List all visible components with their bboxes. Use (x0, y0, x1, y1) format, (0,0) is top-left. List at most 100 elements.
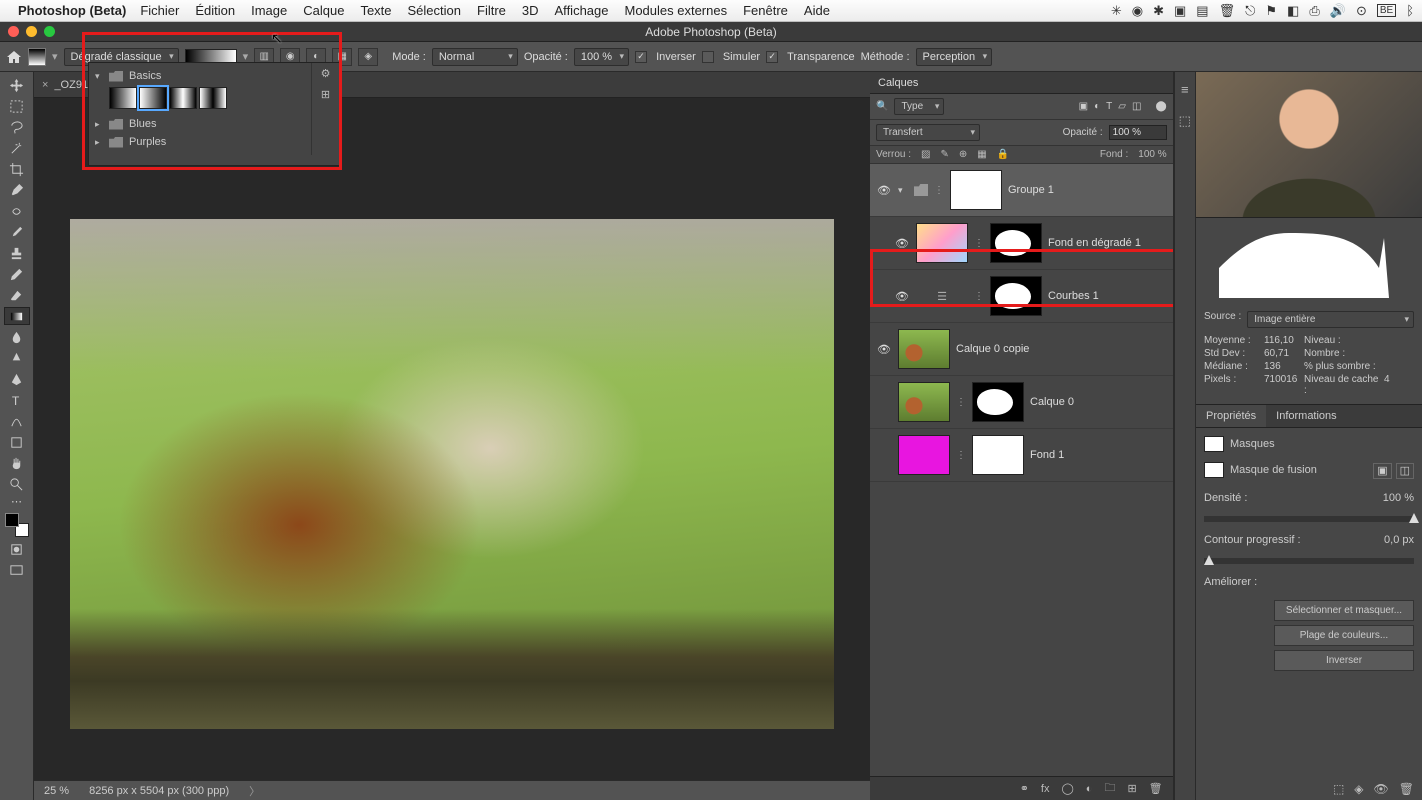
doc-dimensions[interactable]: 8256 px x 5504 px (300 ppp) (89, 785, 229, 797)
healing-tool[interactable] (4, 202, 30, 220)
visibility-icon[interactable]: 👁 (894, 290, 910, 303)
fx-icon[interactable]: fx (1041, 783, 1050, 795)
delete-icon[interactable]: 🗑 (1149, 782, 1163, 795)
crop-tool[interactable] (4, 160, 30, 178)
quickmask-icon[interactable] (4, 540, 30, 558)
color-range-button[interactable]: Plage de couleurs... (1274, 625, 1414, 646)
color-swatches[interactable] (5, 513, 29, 537)
gradient-diamond-icon[interactable]: ◈ (358, 48, 378, 66)
layer-list[interactable]: 👁 ▾ ⋮ Groupe 1 👁 ⋮ Fond en dégradé 1 👁 (870, 164, 1173, 776)
mask-thumbnail[interactable] (990, 223, 1042, 263)
mask-thumbnail[interactable] (972, 382, 1024, 422)
tab-properties[interactable]: Propriétés (1196, 405, 1266, 427)
layer-thumbnail[interactable] (898, 382, 950, 422)
tray-icon[interactable]: ▤ (1196, 3, 1208, 19)
type-tool[interactable]: T (4, 391, 30, 409)
tray-icon[interactable]: ⎋ (1245, 3, 1255, 19)
menu-selection[interactable]: Sélection (408, 3, 461, 18)
preset-swatch[interactable] (199, 87, 227, 109)
preset-group-purples[interactable]: ▸Purples (95, 133, 305, 151)
zoom-level[interactable]: 25 % (44, 785, 69, 797)
invert-button[interactable]: Inverser (1274, 650, 1414, 671)
preset-swatch-selected[interactable] (139, 87, 167, 109)
layer-name[interactable]: Fond 1 (1030, 449, 1064, 461)
density-value[interactable]: 100 % (1383, 492, 1414, 504)
hand-tool[interactable] (4, 454, 30, 472)
tray-icon[interactable]: ✳ (1111, 3, 1122, 19)
new-preset-icon[interactable]: ⊞ (321, 88, 330, 101)
opacity-value[interactable]: 100 % (574, 48, 629, 66)
visibility-icon[interactable]: 👁 (876, 184, 892, 197)
menu-file[interactable]: Fichier (140, 3, 179, 18)
edit-toolbar[interactable]: ⋯ (4, 496, 30, 506)
histogram-source-dropdown[interactable]: Image entière (1247, 311, 1414, 328)
preset-swatch[interactable] (109, 87, 137, 109)
tray-icon[interactable]: ◉ (1132, 3, 1143, 19)
menu-image[interactable]: Image (251, 3, 287, 18)
mask-thumbnail[interactable] (950, 170, 1002, 210)
lasso-tool[interactable] (4, 118, 30, 136)
eraser-tool[interactable] (4, 286, 30, 304)
path-tool[interactable] (4, 412, 30, 430)
layer-curves[interactable]: 👁 ☰ ⋮ Courbes 1 (870, 270, 1173, 323)
feather-slider[interactable] (1204, 558, 1414, 564)
layer-name[interactable]: Groupe 1 (1008, 184, 1054, 196)
visibility-icon[interactable]: 👁 (894, 237, 910, 250)
filter-adjust-icon[interactable]: ◐ (1094, 101, 1100, 112)
preset-group-blues[interactable]: ▸Blues (95, 115, 305, 133)
marquee-tool[interactable] (4, 97, 30, 115)
bluetooth-icon[interactable]: ᛒ (1406, 3, 1414, 18)
mask-thumbnail[interactable] (972, 435, 1024, 475)
mask-type-icon[interactable] (1204, 436, 1224, 452)
tray-icon[interactable]: ✱ (1153, 3, 1164, 19)
screenmode-icon[interactable] (4, 561, 30, 579)
link-icon[interactable]: ⋮ (956, 450, 966, 461)
vector-mask-icon[interactable]: ◫ (1396, 463, 1414, 479)
gear-icon[interactable]: ⚙ (321, 67, 331, 80)
link-layers-icon[interactable]: ⚭ (1020, 782, 1029, 795)
tray-icon[interactable]: ▣ (1174, 3, 1186, 19)
density-slider[interactable] (1204, 516, 1414, 522)
fill-value[interactable]: 100 % (1138, 149, 1166, 160)
gradient-presets-panel[interactable]: ▾Basics ▸Blues ▸Purples ⚙ ⊞ (88, 62, 340, 166)
simulate-checkbox[interactable] (702, 51, 714, 63)
lock-position-icon[interactable]: ⊕ (959, 149, 967, 160)
lock-transparency-icon[interactable]: ▨ (921, 149, 930, 160)
blend-mode-dropdown[interactable]: Transfert (876, 124, 980, 141)
layer-name[interactable]: Fond en dégradé 1 (1048, 237, 1141, 249)
delete-mask-icon[interactable]: 🗑 (1399, 782, 1414, 796)
layer-opacity-input[interactable] (1109, 125, 1167, 140)
home-icon[interactable] (6, 50, 22, 64)
layer-background[interactable]: ⋮ Fond 1 (870, 429, 1173, 482)
pen-tool[interactable] (4, 370, 30, 388)
layer-base[interactable]: ⋮ Calque 0 (870, 376, 1173, 429)
layer-name[interactable]: Calque 0 copie (956, 343, 1029, 355)
eyedropper-tool[interactable] (4, 181, 30, 199)
zoom-tool[interactable] (4, 475, 30, 493)
link-icon[interactable]: ⋮ (974, 291, 984, 302)
layer-name[interactable]: Courbes 1 (1048, 290, 1099, 302)
collapsed-panel-strip[interactable]: ≡ ⬚ (1174, 72, 1196, 800)
menu-plugins[interactable]: Modules externes (624, 3, 727, 18)
link-icon[interactable]: ⋮ (934, 185, 944, 196)
tray-icon[interactable]: ⎙ (1309, 3, 1319, 19)
preset-group-basics[interactable]: ▾Basics (95, 67, 305, 85)
gradient-tool[interactable] (4, 307, 30, 325)
dodge-tool[interactable] (4, 349, 30, 367)
link-icon[interactable]: ⋮ (974, 238, 984, 249)
group-icon[interactable]: 🗀 (1104, 779, 1115, 798)
layer-thumbnail[interactable] (916, 223, 968, 263)
tray-icon[interactable]: 🗑 (1219, 3, 1236, 19)
layer-name[interactable]: Calque 0 (1030, 396, 1074, 408)
app-name[interactable]: Photoshop (Beta) (18, 3, 126, 18)
transparency-checkbox[interactable] (766, 51, 778, 63)
feather-value[interactable]: 0,0 px (1384, 534, 1414, 546)
mask-icon[interactable]: ◯ (1061, 782, 1073, 795)
link-icon[interactable]: ⋮ (956, 397, 966, 408)
canvas[interactable] (34, 98, 870, 780)
gradient-swatch-current[interactable] (28, 48, 46, 66)
adjustment-icon[interactable]: ◐ (1086, 783, 1093, 795)
mask-thumbnail[interactable] (990, 276, 1042, 316)
select-and-mask-button[interactable]: Sélectionner et masquer... (1274, 600, 1414, 621)
menu-help[interactable]: Aide (804, 3, 830, 18)
